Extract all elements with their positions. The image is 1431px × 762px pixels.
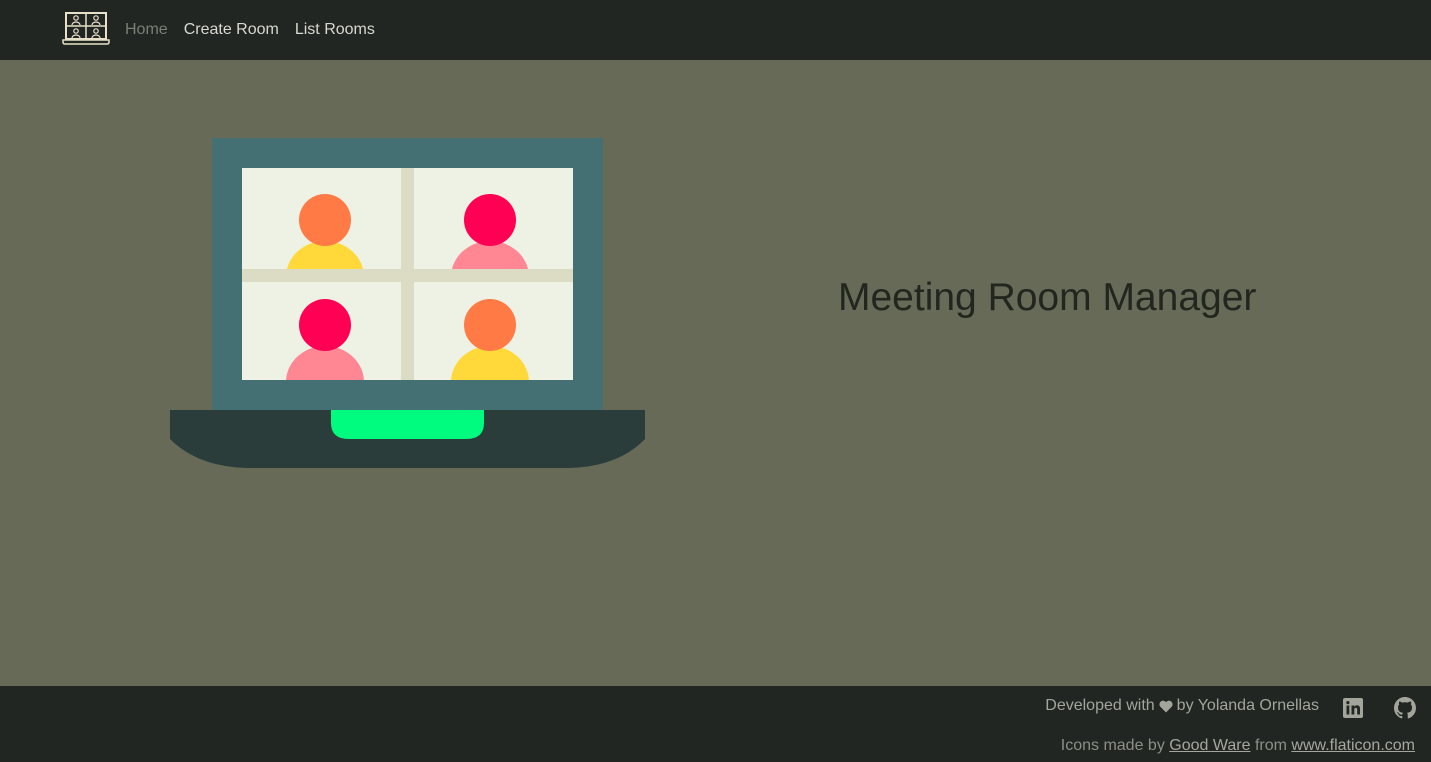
credit-suffix: by Yolanda Ornellas: [1176, 697, 1319, 714]
nav-list-rooms-link[interactable]: List Rooms: [295, 21, 375, 39]
page-title: Meeting Room Manager: [838, 276, 1257, 319]
linkedin-link[interactable]: [1342, 697, 1364, 719]
attribution-prefix: Icons made by: [1060, 737, 1165, 754]
nav-links: Home Create Room List Rooms: [125, 0, 391, 60]
footer: Developed with by Yolanda Ornellas Icons…: [0, 686, 1431, 762]
nav-create-room-link[interactable]: Create Room: [184, 21, 279, 39]
icon-attribution: Icons made by Good Ware from www.flatico…: [1061, 737, 1415, 755]
github-icon: [1394, 697, 1416, 719]
video-conference-logo-icon: [62, 12, 110, 45]
navbar: Home Create Room List Rooms: [0, 0, 1431, 60]
good-ware-link[interactable]: Good Ware: [1169, 737, 1250, 754]
nav-home-link[interactable]: Home: [125, 21, 168, 39]
developer-credit: Developed with by Yolanda Ornellas: [1045, 697, 1319, 715]
attribution-middle: from: [1254, 737, 1287, 754]
linkedin-icon: [1343, 698, 1363, 718]
flaticon-link[interactable]: www.flaticon.com: [1291, 737, 1415, 754]
brand-logo-icon[interactable]: [62, 12, 110, 46]
heart-icon: [1159, 700, 1173, 712]
video-call-laptop-illustration: [170, 137, 646, 471]
credit-prefix: Developed with: [1045, 697, 1155, 714]
github-link[interactable]: [1394, 697, 1416, 719]
